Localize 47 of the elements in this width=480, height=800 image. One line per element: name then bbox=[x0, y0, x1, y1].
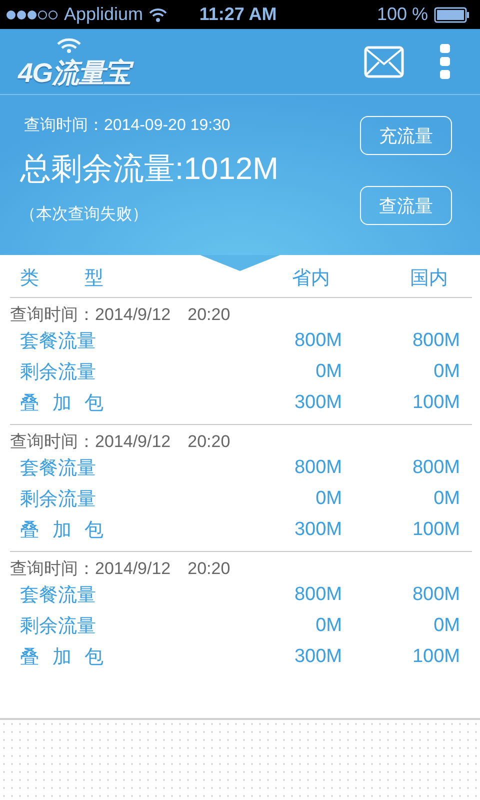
mail-icon[interactable] bbox=[364, 46, 404, 78]
province-value: 0M bbox=[314, 488, 342, 510]
national-value: 100M bbox=[411, 392, 460, 414]
more-icon[interactable] bbox=[440, 44, 450, 80]
national-value: 0M bbox=[432, 488, 460, 510]
recharge-button[interactable]: 充流量 bbox=[360, 116, 452, 155]
carrier-name: Applidium bbox=[64, 4, 144, 25]
query-time: 查询时间：2014/9/12 20:20 bbox=[10, 304, 232, 325]
province-value: 300M bbox=[293, 646, 342, 668]
row-label: 剩余流量 bbox=[20, 360, 97, 384]
province-value: 800M bbox=[293, 584, 342, 606]
column-header: 国内 bbox=[409, 267, 448, 291]
total-remaining: 总剩余流量:1012M bbox=[20, 150, 280, 188]
province-value: 300M bbox=[293, 392, 342, 414]
wifi-icon bbox=[56, 36, 82, 52]
column-header: 类 型 bbox=[20, 267, 104, 291]
national-value: 0M bbox=[432, 360, 460, 382]
province-value: 300M bbox=[293, 518, 342, 540]
query-time: 查询时间：2014-09-20 19:30 bbox=[24, 116, 232, 136]
wifi-icon bbox=[149, 8, 168, 22]
province-value: 0M bbox=[314, 614, 342, 636]
query-time: 查询时间：2014/9/12 20:20 bbox=[10, 558, 232, 579]
province-value: 0M bbox=[314, 360, 342, 382]
row-label: 叠 加 包 bbox=[20, 646, 105, 670]
row-label: 叠 加 包 bbox=[20, 518, 105, 542]
national-value: 800M bbox=[411, 456, 460, 478]
national-value: 100M bbox=[411, 518, 460, 540]
row-label: 套餐流量 bbox=[20, 584, 97, 608]
national-value: 800M bbox=[411, 330, 460, 352]
row-label: 叠 加 包 bbox=[20, 392, 105, 416]
battery-icon bbox=[434, 6, 470, 22]
row-label: 套餐流量 bbox=[20, 456, 97, 480]
row-label: 剩余流量 bbox=[20, 614, 97, 638]
query-button[interactable]: 查流量 bbox=[360, 186, 452, 225]
query-status: （本次查询失败） bbox=[20, 204, 149, 225]
query-time: 查询时间：2014/9/12 20:20 bbox=[10, 431, 232, 452]
national-value: 0M bbox=[432, 614, 460, 636]
national-value: 800M bbox=[411, 584, 460, 606]
column-header: 省内 bbox=[291, 267, 330, 291]
signal-icon bbox=[6, 10, 58, 20]
province-value: 800M bbox=[293, 456, 342, 478]
row-label: 套餐流量 bbox=[20, 330, 97, 354]
battery-percent: 100 % bbox=[376, 4, 428, 25]
row-label: 剩余流量 bbox=[20, 488, 97, 512]
clock-time: 11:27 AM bbox=[199, 4, 277, 25]
national-value: 100M bbox=[411, 646, 460, 668]
province-value: 800M bbox=[293, 330, 342, 352]
